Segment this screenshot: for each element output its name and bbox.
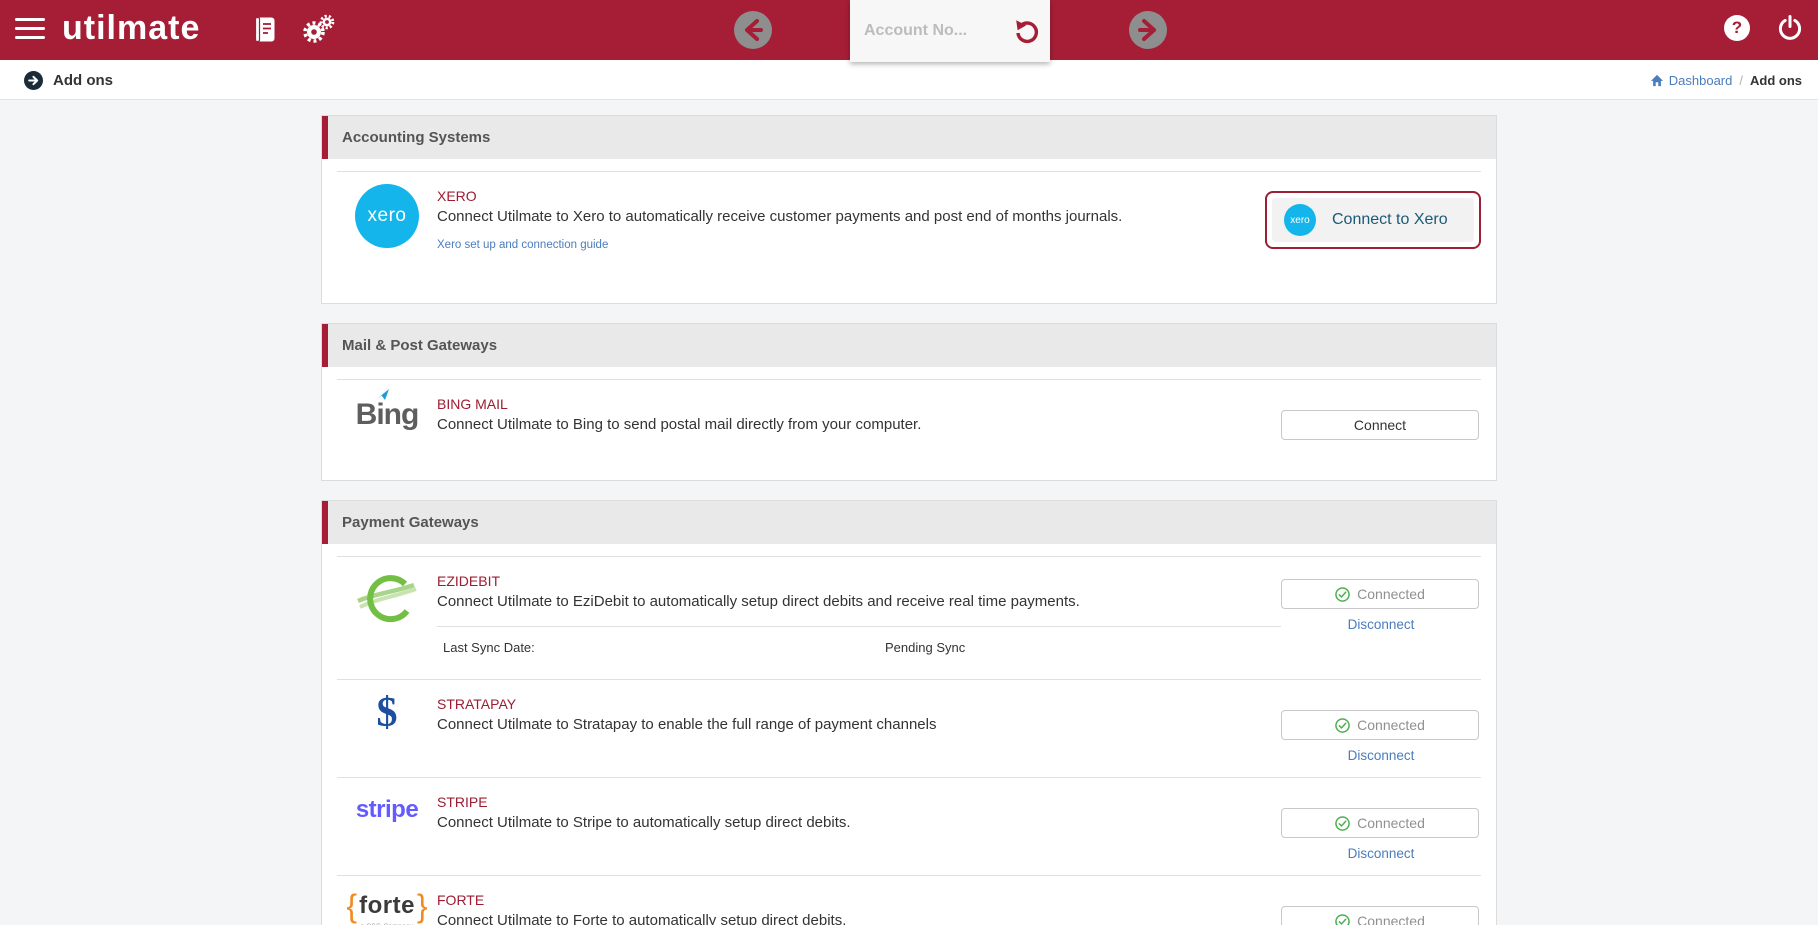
addon-description: Connect Utilmate to Forte to automatical… [437,912,847,925]
section-payment-gateways: Payment Gateways EZIDEBIT Connect Utilma… [321,500,1497,925]
manual-icon[interactable] [254,16,276,48]
next-account-icon[interactable] [1129,11,1167,49]
page-title: Add ons [53,71,113,89]
account-search-box [850,0,1050,62]
last-sync-date-label: Last Sync Date: [443,640,535,655]
breadcrumb-separator: / [1739,72,1743,88]
addon-row-stripe: stripe STRIPE Connect Utilmate to Stripe… [337,777,1481,875]
addon-row-xero: xero XERO Connect Utilmate to Xero to au… [337,171,1481,267]
section-title: Payment Gateways [342,514,479,531]
addon-description: Connect Utilmate to EziDebit to automati… [437,593,1080,610]
connected-button[interactable]: Connected [1281,579,1479,609]
menu-icon[interactable] [15,18,45,42]
connect-to-xero-label: Connect to Xero [1332,211,1448,228]
addon-row-bing: Bing BING MAIL Connect Utilmate to Bing … [337,379,1481,454]
section-mail-post-gateways: Mail & Post Gateways Bing BING MAIL Conn… [321,323,1497,481]
home-icon [1650,74,1663,86]
connected-check-icon [1335,815,1350,831]
page-title-bar: Add ons Dashboard / Add ons [0,60,1818,100]
addon-name: BING MAIL [437,396,508,412]
connected-button[interactable]: Connected [1281,710,1479,740]
previous-account-icon[interactable] [734,11,772,49]
undo-icon[interactable] [1012,17,1040,45]
xero-setup-guide-link[interactable]: Xero set up and connection guide [437,239,608,251]
addon-name: EZIDEBIT [437,573,501,589]
disconnect-link[interactable]: Disconnect [1281,748,1481,763]
bing-logo: Bing [356,389,419,430]
section-title: Mail & Post Gateways [342,337,498,354]
stratapay-logo: $ [376,690,398,736]
disconnect-link[interactable]: Disconnect [1281,846,1481,861]
addon-row-forte: { forte } a CSG Company FORTE Connect Ut… [337,875,1481,925]
app-header: utilmate Account No... ? [0,0,1818,62]
addon-name: FORTE [437,892,485,908]
connected-button[interactable]: Connected [1281,906,1479,925]
addon-row-ezidebit: EZIDEBIT Connect Utilmate to EziDebit to… [337,556,1481,679]
xero-logo: xero [355,184,419,248]
stripe-logo: stripe [355,796,419,823]
ezidebit-logo [357,575,417,623]
settings-gears-icon[interactable] [302,13,336,50]
addon-name: STRATAPAY [437,696,517,712]
addon-description: Connect Utilmate to Stripe to automatica… [437,814,851,831]
sync-info-row: Last Sync Date: Pending Sync [437,626,1281,665]
breadcrumb-dashboard-link[interactable]: Dashboard [1650,73,1732,88]
section-header: Mail & Post Gateways [322,324,1496,367]
app-logo: utilmate [62,9,201,47]
addon-name: XERO [437,188,477,204]
account-number-input[interactable] [864,22,1012,40]
pending-sync-label: Pending Sync [885,640,966,655]
connected-check-icon [1335,913,1350,925]
connected-check-icon [1335,586,1350,602]
section-header: Accounting Systems [322,116,1496,159]
breadcrumb-current: Add ons [1750,72,1802,88]
connected-button[interactable]: Connected [1281,808,1479,838]
help-icon[interactable]: ? [1724,15,1750,41]
connected-check-icon [1335,717,1350,733]
logout-power-icon[interactable] [1776,14,1804,47]
breadcrumb: Dashboard / Add ons [1650,60,1802,100]
section-header: Payment Gateways [322,501,1496,544]
page-arrow-icon [24,70,43,90]
addon-description: Connect Utilmate to Stratapay to enable … [437,716,937,733]
bing-accent-icon [376,389,389,400]
section-title: Accounting Systems [342,129,491,146]
addon-row-stratapay: $ STRATAPAY Connect Utilmate to Stratapa… [337,679,1481,777]
disconnect-link[interactable]: Disconnect [1281,617,1481,632]
connect-button[interactable]: Connect [1281,410,1479,440]
forte-logo: { forte } a CSG Company [346,888,427,925]
addon-description: Connect Utilmate to Bing to send postal … [437,416,922,433]
connect-to-xero-button[interactable]: xero Connect to Xero [1265,191,1481,249]
xero-button-logo: xero [1284,204,1316,236]
section-accounting-systems: Accounting Systems xero XERO Connect Uti… [321,115,1497,304]
addon-description: Connect Utilmate to Xero to automaticall… [437,208,1123,225]
addon-name: STRIPE [437,794,488,810]
main-content: Accounting Systems xero XERO Connect Uti… [0,100,1818,925]
